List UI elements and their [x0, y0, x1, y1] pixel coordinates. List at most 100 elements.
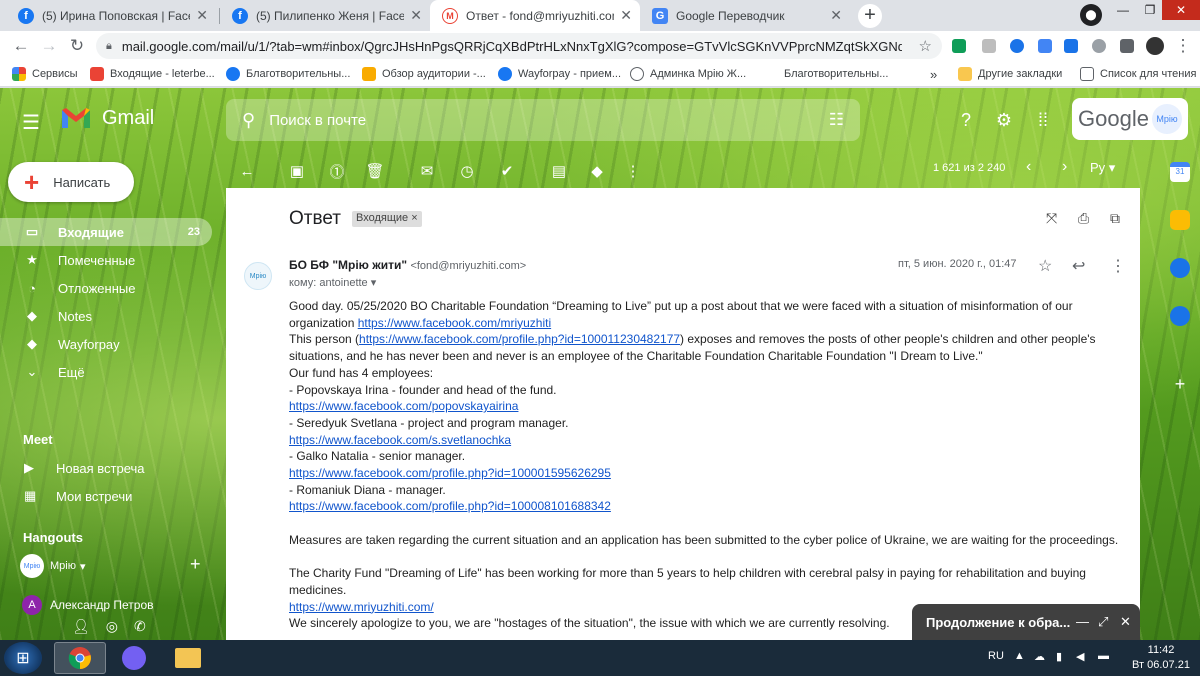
url-text[interactable]: mail.google.com/mail/u/1/?tab=wm#inbox/Q…	[122, 39, 902, 54]
link-website[interactable]: https://www.mriyuzhiti.com/	[289, 600, 434, 614]
add-chat-icon[interactable]: +	[190, 554, 201, 575]
my-meetings-button[interactable]: ▦ Мои встречи	[24, 488, 132, 504]
gmail-logo[interactable]: Gmail	[60, 106, 154, 130]
nav-item-more[interactable]: ⌄ Ещё	[0, 358, 212, 386]
chat-icon[interactable]: ◎	[106, 618, 118, 635]
nav-item-wayforpay[interactable]: ◆ Wayforpay	[0, 330, 212, 358]
extension-shield-icon[interactable]	[1010, 39, 1024, 53]
employee-link[interactable]: https://www.facebook.com/profile.php?id=…	[289, 466, 611, 480]
extension-globe-icon[interactable]	[1092, 39, 1106, 53]
battery-icon[interactable]: ▬	[1098, 650, 1109, 662]
nav-item-notes[interactable]: ◆ Notes	[0, 302, 212, 330]
more-options-icon[interactable]: ⋮	[1110, 256, 1126, 276]
search-icon[interactable]: ⚲	[242, 110, 255, 131]
bookmark-item[interactable]: Wayforpay - прием...	[498, 65, 621, 83]
older-message-icon[interactable]: ›	[1062, 158, 1067, 176]
phone-icon[interactable]: ✆	[134, 618, 146, 635]
bookmark-item[interactable]: Благотворительны...	[764, 65, 888, 83]
recipient-line[interactable]: кому: antoinette ▾	[289, 276, 376, 289]
address-bar[interactable]: 🔒︎ mail.google.com/mail/u/1/?tab=wm#inbo…	[96, 33, 942, 59]
keyboard-language[interactable]: RU	[988, 650, 1004, 662]
get-addons-icon[interactable]: +	[1170, 374, 1190, 394]
back-to-inbox-icon[interactable]: ←	[236, 160, 258, 182]
employee-link[interactable]: https://www.facebook.com/popovskayairina	[289, 399, 518, 413]
profile-avatar-icon[interactable]	[1146, 37, 1164, 55]
browser-profile-icon[interactable]: ⬤	[1080, 4, 1102, 26]
hangouts-contact[interactable]: А Александр Петров	[22, 595, 154, 615]
google-apps-icon[interactable]: ⁞⁞	[1031, 108, 1055, 132]
tray-expand-icon[interactable]: ▲	[1014, 650, 1025, 662]
extension-iq-icon[interactable]	[1064, 39, 1078, 53]
new-meeting-button[interactable]: ▶ Новая встреча	[24, 460, 145, 476]
reading-list-button[interactable]: Список для чтения	[1080, 65, 1196, 83]
nav-item-snoozed[interactable]: ◔ Отложенные	[0, 274, 212, 302]
nav-item-starred[interactable]: ★ Помеченные	[0, 246, 212, 274]
reload-icon[interactable]: ↻	[66, 35, 88, 57]
bookmark-item[interactable]: Входящие - leterbe...	[90, 65, 215, 83]
back-arrow-icon[interactable]: ←	[10, 35, 32, 57]
help-icon[interactable]: ?	[954, 108, 978, 132]
taskbar-explorer[interactable]	[162, 642, 214, 674]
bookmark-item[interactable]: Сервисы	[12, 65, 78, 83]
minimize-icon[interactable]: —	[1110, 0, 1136, 20]
newer-message-icon[interactable]: ‹	[1026, 158, 1031, 176]
close-icon[interactable]: ✕	[196, 7, 208, 24]
contacts-icon[interactable]: 👤︎	[72, 618, 90, 635]
network-icon[interactable]: ▮	[1056, 650, 1062, 663]
system-clock[interactable]: 11:42 Вт 06.07.21	[1126, 643, 1196, 673]
close-icon[interactable]: ✕	[620, 7, 632, 24]
inbox-label-chip[interactable]: Входящие ×	[352, 211, 422, 227]
link-facebook-profile[interactable]: https://www.facebook.com/profile.php?id=…	[359, 332, 680, 346]
extension-code-icon[interactable]	[1038, 39, 1052, 53]
restore-icon[interactable]: ❐	[1138, 0, 1162, 20]
calendar-icon[interactable]: 31	[1170, 162, 1190, 182]
mail-search-input[interactable]: ⚲ Поиск в почте ☷	[226, 99, 860, 141]
browser-tab-google-translate[interactable]: G Google Переводчик ✕	[640, 0, 850, 31]
open-new-window-icon[interactable]: ⧉	[1110, 210, 1120, 227]
browser-tab-facebook-popovskaya[interactable]: f (5) Ирина Поповская | Facebook ✕	[6, 0, 216, 31]
close-window-icon[interactable]: ✕	[1162, 0, 1200, 20]
bookmark-item[interactable]: Админка Мрію Ж...	[630, 65, 746, 83]
extensions-puzzle-icon[interactable]	[1120, 39, 1134, 53]
print-icon[interactable]: ⎙	[1078, 210, 1089, 227]
new-tab-button[interactable]: +	[858, 4, 882, 28]
start-button[interactable]: ⊞	[4, 642, 42, 674]
chat-popup[interactable]: Продолжение к обра... — ⤢ ✕	[912, 604, 1140, 640]
minimize-icon[interactable]: —	[1076, 614, 1089, 629]
nav-item-inbox[interactable]: ▭ Входящие 23	[0, 218, 212, 246]
reply-icon[interactable]: ↩	[1072, 256, 1085, 276]
menu-dots-icon[interactable]: ⋮	[1172, 35, 1194, 57]
delete-icon[interactable]: 🗑︎	[364, 160, 386, 182]
close-icon[interactable]: ✕	[1120, 614, 1131, 630]
contacts-icon[interactable]	[1170, 306, 1190, 326]
extension-grey-icon[interactable]	[982, 39, 996, 53]
other-bookmarks-folder[interactable]: Другие закладки	[958, 65, 1062, 83]
link-facebook-fund[interactable]: https://www.facebook.com/mriyuzhiti	[358, 316, 551, 330]
main-menu-icon[interactable]: ☰	[22, 110, 40, 135]
employee-link[interactable]: https://www.facebook.com/profile.php?id=…	[289, 499, 611, 513]
expand-icon[interactable]: ⤢	[1098, 614, 1108, 630]
extension-green-icon[interactable]	[952, 39, 966, 53]
search-options-icon[interactable]: ☷	[829, 110, 844, 130]
snooze-icon[interactable]: ◷	[456, 160, 478, 182]
star-icon[interactable]: ☆	[1038, 256, 1052, 276]
volume-icon[interactable]: ◀	[1076, 650, 1084, 663]
taskbar-viber[interactable]	[108, 642, 160, 674]
browser-tab-facebook-pilipenko[interactable]: f (5) Пилипенко Женя | Facebook ✕	[220, 0, 430, 31]
forward-arrow-icon[interactable]: →	[38, 35, 60, 57]
expand-all-icon[interactable]: ⤧	[1046, 210, 1057, 227]
taskbar-chrome[interactable]	[54, 642, 106, 674]
bookmark-item[interactable]: Обзор аудитории -...	[362, 65, 486, 83]
archive-icon[interactable]: ▣	[286, 160, 308, 182]
bookmarks-overflow-button[interactable]: »	[930, 65, 937, 83]
tasks-icon[interactable]	[1170, 258, 1190, 278]
cloud-icon[interactable]: ☁	[1034, 650, 1045, 663]
bookmark-star-icon[interactable]: ☆	[919, 37, 932, 55]
hangouts-user[interactable]: Мрію Мрію ▾	[20, 554, 86, 578]
employee-link[interactable]: https://www.facebook.com/s.svetlanochka	[289, 433, 511, 447]
close-icon[interactable]: ✕	[830, 7, 842, 24]
mark-unread-icon[interactable]: ✉	[416, 160, 438, 182]
settings-gear-icon[interactable]: ⚙	[992, 108, 1016, 132]
keep-icon[interactable]	[1170, 210, 1190, 230]
labels-icon[interactable]: ◆	[586, 160, 608, 182]
